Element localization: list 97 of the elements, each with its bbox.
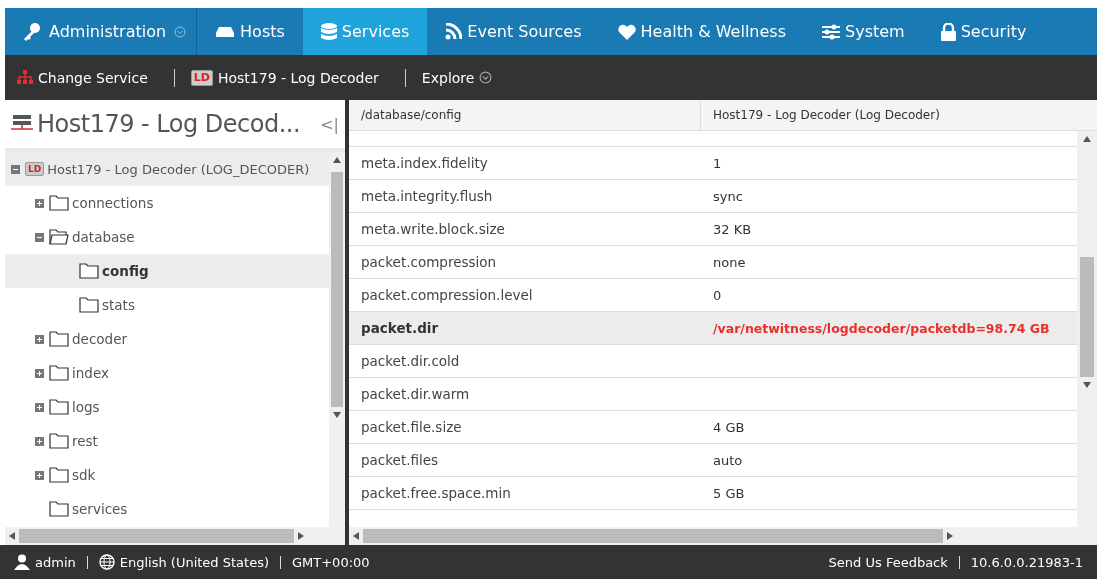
folder-icon bbox=[49, 501, 69, 517]
explore-menu[interactable]: Explore bbox=[421, 69, 493, 86]
version-text: 10.6.0.0.21983-1 bbox=[970, 554, 1083, 570]
scroll-thumb[interactable] bbox=[331, 172, 343, 407]
scroll-right-icon[interactable] bbox=[298, 532, 304, 540]
property-value: /var/netwitness/logdecoder/packetdb=98.74 GB bbox=[712, 320, 1051, 336]
tree-item[interactable]: database bbox=[5, 220, 329, 254]
nav-tab[interactable]: Hosts bbox=[197, 8, 303, 55]
scrollbar[interactable] bbox=[5, 527, 345, 545]
scrollbar[interactable] bbox=[329, 152, 345, 527]
scrollbar[interactable] bbox=[1077, 131, 1097, 527]
open-folder-icon bbox=[49, 229, 69, 245]
property-name: packet.free.space.min bbox=[360, 485, 512, 501]
property-name: meta.write.block.size bbox=[360, 221, 506, 237]
scrollbar[interactable] bbox=[349, 527, 1097, 545]
user-name[interactable]: admin bbox=[35, 554, 76, 570]
tree-item[interactable]: LD Host179 - Log Decoder (LOG_DECODER) bbox=[5, 152, 329, 186]
scroll-thumb[interactable] bbox=[1080, 257, 1094, 377]
sliders-icon bbox=[822, 23, 840, 40]
folder-icon bbox=[49, 467, 69, 483]
scroll-down-icon[interactable] bbox=[1083, 382, 1091, 388]
table-row[interactable]: packet.dir.cold bbox=[349, 345, 1077, 378]
property-name: packet.files bbox=[360, 452, 440, 468]
property-value: sync bbox=[712, 188, 744, 204]
scroll-left-icon[interactable] bbox=[353, 532, 359, 540]
tree-item[interactable]: decoder bbox=[5, 322, 329, 356]
network-icon bbox=[17, 70, 33, 85]
folder-icon bbox=[49, 399, 69, 415]
folder-icon bbox=[49, 331, 69, 347]
tree-item[interactable]: index bbox=[5, 356, 329, 390]
property-name: packet.file.size bbox=[360, 419, 463, 435]
scroll-up-icon[interactable] bbox=[1083, 136, 1091, 142]
property-value: none bbox=[712, 254, 747, 270]
column-header: Host179 - Log Decoder (Log Decoder) bbox=[712, 107, 941, 124]
feedback-link[interactable]: Send Us Feedback bbox=[828, 554, 948, 570]
nav-tab[interactable]: Security bbox=[922, 8, 1045, 55]
feed-icon bbox=[445, 23, 463, 40]
scroll-thumb[interactable] bbox=[363, 529, 943, 543]
dropdown-icon bbox=[174, 25, 187, 38]
heart-icon bbox=[617, 23, 636, 40]
folder-icon bbox=[79, 263, 99, 279]
table-row[interactable]: meta.integrity.flush sync bbox=[349, 180, 1077, 213]
log-decoder-badge: LD bbox=[25, 162, 45, 176]
table-row[interactable]: meta.index.fidelity 1 bbox=[349, 147, 1077, 180]
property-name: packet.dir.warm bbox=[360, 386, 471, 402]
scroll-thumb[interactable] bbox=[19, 529, 294, 543]
property-value: auto bbox=[712, 452, 744, 468]
timezone: GMT+00:00 bbox=[292, 554, 370, 570]
property-name: packet.compression bbox=[360, 254, 498, 270]
change-service-button[interactable]: Change Service bbox=[17, 69, 148, 86]
property-value: 0 bbox=[712, 287, 723, 303]
property-name: packet.dir.cold bbox=[360, 353, 461, 369]
tree-item[interactable]: rest bbox=[5, 424, 329, 458]
globe-icon bbox=[98, 554, 115, 570]
dropdown-icon bbox=[479, 71, 493, 84]
collapse-button[interactable]: <| bbox=[314, 114, 345, 134]
tree-item[interactable]: connections bbox=[5, 186, 329, 220]
tree-item[interactable]: services bbox=[5, 492, 329, 526]
lock-icon bbox=[940, 22, 956, 41]
tree-item[interactable]: stats bbox=[5, 288, 329, 322]
server-icon bbox=[215, 25, 236, 38]
table-row[interactable]: meta.write.block.size 32 KB bbox=[349, 213, 1077, 246]
database-icon bbox=[320, 22, 337, 41]
tree-item[interactable]: sdk bbox=[5, 458, 329, 492]
scroll-left-icon[interactable] bbox=[9, 532, 15, 540]
folder-icon bbox=[49, 433, 69, 449]
table-row[interactable]: packet.dir /var/netwitness/logdecoder/packetdb=98.74 GB bbox=[349, 312, 1077, 345]
property-name: meta.index.fidelity bbox=[360, 155, 489, 171]
scroll-right-icon[interactable] bbox=[947, 532, 953, 540]
nav-tab[interactable]: System bbox=[804, 8, 923, 55]
table-row[interactable]: packet.compression none bbox=[349, 246, 1077, 279]
tree-item[interactable]: logs bbox=[5, 390, 329, 424]
table-row[interactable]: packet.dir.warm bbox=[349, 378, 1077, 411]
property-value: 4 GB bbox=[712, 419, 746, 435]
log-decoder-badge: LD bbox=[190, 69, 213, 86]
property-value: 32 KB bbox=[712, 221, 753, 237]
scroll-down-icon[interactable] bbox=[333, 412, 341, 418]
folder-icon bbox=[79, 297, 99, 313]
column-header: /database/config bbox=[349, 100, 701, 130]
folder-icon bbox=[49, 195, 69, 211]
user-icon bbox=[14, 554, 30, 570]
table-row[interactable]: packet.free.space.min 5 GB bbox=[349, 477, 1077, 510]
property-value: 1 bbox=[712, 155, 723, 171]
property-name: meta.integrity.flush bbox=[360, 188, 494, 204]
property-name: packet.compression.level bbox=[360, 287, 534, 303]
service-title: Host179 - Log Decod... bbox=[37, 110, 301, 138]
property-value: 5 GB bbox=[712, 485, 746, 501]
property-name: packet.dir bbox=[360, 320, 440, 336]
nav-tab[interactable]: Event Sources bbox=[427, 8, 600, 55]
table-row[interactable]: packet.file.size 4 GB bbox=[349, 411, 1077, 444]
language-selector[interactable]: English (United States) bbox=[119, 554, 269, 570]
service-link[interactable]: LD Host179 - Log Decoder bbox=[190, 69, 379, 86]
tree-item[interactable]: config bbox=[5, 254, 329, 288]
nav-tab[interactable]: Health & Wellness bbox=[599, 8, 804, 55]
table-row[interactable]: packet.files auto bbox=[349, 444, 1077, 477]
scroll-up-icon[interactable] bbox=[333, 157, 341, 163]
folder-icon bbox=[49, 365, 69, 381]
